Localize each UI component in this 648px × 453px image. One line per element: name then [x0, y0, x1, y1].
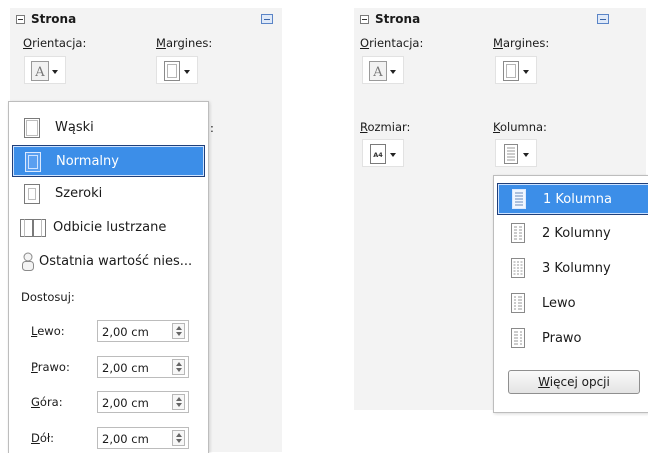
- bottom-margin-label: Dół:: [31, 431, 55, 445]
- left-margin-label: Lewo:: [31, 324, 65, 338]
- two-columns-icon: [511, 223, 525, 243]
- right-columns-icon: [511, 328, 525, 348]
- chevron-down-icon: [390, 70, 396, 74]
- svg-text:A: A: [34, 65, 45, 80]
- columns-icon: [504, 144, 518, 164]
- margins-icon: [164, 61, 180, 81]
- bottom-margin-field[interactable]: 2,00 cm: [97, 427, 189, 449]
- left-margin-field[interactable]: 2,00 cm: [97, 320, 189, 342]
- svg-text:A: A: [372, 65, 383, 80]
- chevron-down-icon: [390, 153, 396, 157]
- size-label: Rozmiar:: [360, 120, 411, 134]
- collapse-icon[interactable]: [16, 15, 25, 24]
- top-margin-field[interactable]: 2,00 cm: [97, 391, 189, 413]
- margins-dropdown-menu: Wąski Normalny Szeroki Odbicie lustrzane…: [8, 101, 209, 453]
- margins-label: Margines:: [493, 36, 550, 50]
- page-size-a4-icon: A4: [370, 144, 386, 164]
- right-margin-field[interactable]: 2,00 cm: [97, 356, 189, 378]
- menu-item-narrow[interactable]: Wąski: [13, 113, 204, 143]
- menu-item-one-column[interactable]: 1 Kolumna: [497, 183, 648, 215]
- portrait-orientation-icon: A: [31, 61, 49, 81]
- hidden-size-label-tail: :: [210, 121, 214, 135]
- margins-label: Margines:: [156, 36, 213, 50]
- svg-text:A4: A4: [373, 151, 383, 159]
- orientation-label: Orientacja:: [23, 36, 87, 50]
- chevron-down-icon: [523, 70, 529, 74]
- columns-button[interactable]: [495, 139, 537, 167]
- margins-icon: [503, 61, 519, 81]
- chevron-down-icon: [523, 153, 529, 157]
- menu-item-left-columns[interactable]: Lewo: [498, 289, 648, 319]
- menu-item-two-columns[interactable]: 2 Kolumny: [498, 219, 648, 249]
- margins-button[interactable]: [156, 56, 198, 84]
- panel-menu-icon[interactable]: [597, 14, 609, 24]
- right-margin-label: Prawo:: [31, 360, 70, 374]
- panel-header: Strona: [354, 8, 646, 32]
- top-margin-label: Góra:: [31, 395, 63, 409]
- one-column-icon: [512, 189, 526, 209]
- columns-dropdown-menu: 1 Kolumna 2 Kolumny 3 Kolumny Lewo Prawo…: [493, 175, 648, 413]
- columns-label: Kolumna:: [493, 120, 547, 134]
- wide-margins-icon: [24, 184, 40, 204]
- portrait-orientation-icon: A: [369, 61, 387, 81]
- size-button[interactable]: A4: [362, 139, 404, 167]
- spin-arrows-icon[interactable]: [172, 359, 185, 375]
- menu-item-three-columns[interactable]: 3 Kolumny: [498, 254, 648, 284]
- more-options-button[interactable]: Więcej opcji: [508, 370, 640, 394]
- left-columns-icon: [511, 293, 525, 313]
- user-icon: [22, 252, 34, 271]
- three-columns-icon: [511, 258, 525, 278]
- panel-header: Strona: [10, 8, 282, 32]
- orientation-button[interactable]: A: [362, 56, 404, 84]
- custom-margins-label: Dostosuj:: [21, 290, 75, 304]
- chevron-down-icon: [184, 70, 190, 74]
- chevron-down-icon: [52, 70, 58, 74]
- narrow-margins-icon: [24, 118, 40, 138]
- menu-item-last-value[interactable]: Ostatnia wartość nies...: [13, 247, 204, 277]
- spin-arrows-icon[interactable]: [172, 430, 185, 446]
- menu-item-mirrored[interactable]: Odbicie lustrzane: [13, 213, 204, 243]
- menu-item-normal[interactable]: Normalny: [12, 145, 205, 177]
- orientation-label: Orientacja:: [360, 36, 424, 50]
- normal-margins-icon: [25, 152, 41, 172]
- panel-menu-icon[interactable]: [261, 14, 273, 24]
- menu-item-wide[interactable]: Szeroki: [13, 179, 204, 209]
- panel-title: Strona: [375, 12, 421, 26]
- mirrored-margins-icon: [20, 219, 46, 237]
- spin-arrows-icon[interactable]: [172, 323, 185, 339]
- spin-arrows-icon[interactable]: [172, 394, 185, 410]
- orientation-button[interactable]: A: [24, 56, 66, 84]
- collapse-icon[interactable]: [360, 15, 369, 24]
- margins-button[interactable]: [495, 56, 537, 84]
- menu-item-right-columns[interactable]: Prawo: [498, 324, 648, 354]
- panel-title: Strona: [31, 12, 77, 26]
